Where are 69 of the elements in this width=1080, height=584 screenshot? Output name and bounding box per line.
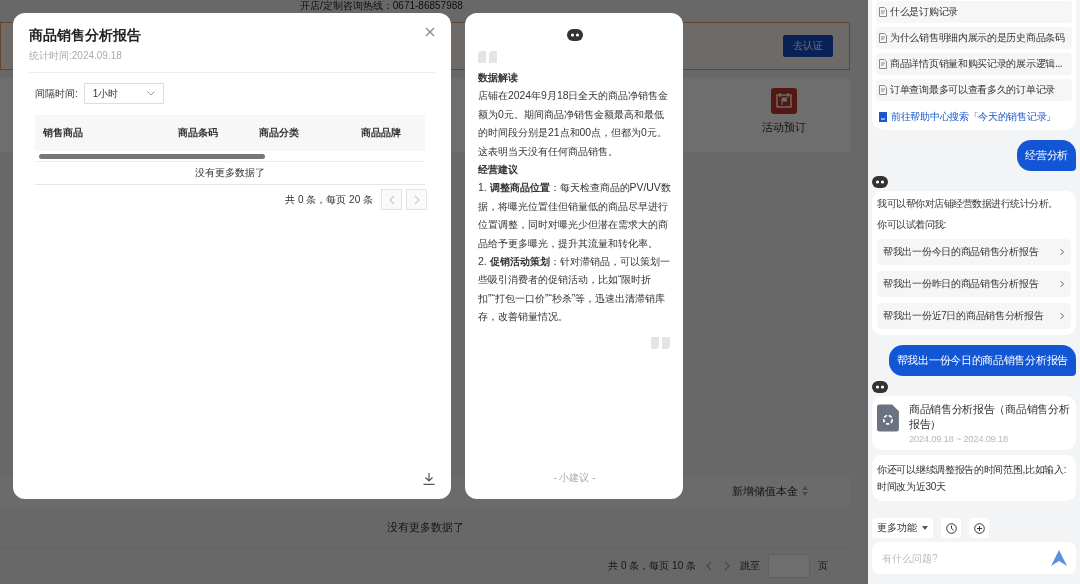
help-article-item[interactable]: 什么是订购记录 — [876, 1, 1072, 23]
document-icon — [879, 7, 887, 17]
empty-message: 没有更多数据了 — [195, 166, 265, 180]
dialog-title: 商品销售分析报告 — [29, 27, 141, 45]
report-file-icon — [877, 402, 899, 434]
chevron-right-icon — [1059, 248, 1065, 256]
column-header: 商品条码 — [178, 126, 219, 140]
calendar-flag-icon[interactable] — [771, 88, 797, 114]
interval-label: 间隔时间: — [35, 86, 78, 101]
message-hint: 你可以试着问我: — [877, 218, 947, 232]
close-icon[interactable] — [425, 27, 435, 37]
column-header: 新增储值本金 — [732, 483, 798, 499]
scrollbar-thumb[interactable] — [39, 153, 265, 159]
card-footer-text: - 小建议 - — [552, 470, 597, 485]
chevron-right-icon — [1059, 312, 1065, 320]
report-card[interactable]: 商品销售分析报告（商品销售分析报告） 2024.09.18 ~ 2024.09.18 — [872, 396, 1076, 450]
caret-down-icon — [922, 526, 928, 530]
clock-icon — [945, 522, 957, 534]
history-button[interactable] — [941, 518, 961, 538]
jump-label: 跳至 — [740, 559, 760, 573]
book-icon — [879, 112, 887, 122]
column-header: 商品分类 — [259, 126, 300, 140]
paragraph: 店铺在2024年9月18日全天的商品净销售金额为0元。期间商品净销售金额最高和最低的时间段分别是21点和00点，但都为0元。这表明当天没有任何商品销售。 — [478, 89, 670, 159]
chevron-right-icon — [1059, 280, 1065, 288]
page-unit: 页 — [818, 559, 828, 573]
message-input[interactable]: 有什么问题? — [872, 542, 1076, 574]
open-quote-icon — [478, 51, 498, 63]
column-header: 销售商品 — [43, 126, 84, 140]
bot-message: 你还可以继续调整报告的时间范围,比如输入:时间改为近30天 — [872, 455, 1076, 501]
help-article-item[interactable]: 订单查询最多可以查看多久的订单记录 — [876, 79, 1072, 101]
pagination-summary: 共 0 条，每页 20 条 — [285, 192, 373, 207]
message-text: 我可以帮你对店铺经营数据进行统计分析。 — [877, 197, 1059, 211]
add-button[interactable] — [969, 518, 989, 538]
plus-circle-icon — [973, 522, 985, 534]
section-heading: 经营建议 — [478, 163, 519, 178]
next-page-icon[interactable] — [722, 561, 732, 571]
chevron-down-icon — [146, 91, 155, 96]
help-article-item[interactable]: 商品详情页销量和购买记录的展示逻辑... — [876, 53, 1072, 75]
suggestion-button[interactable]: 帮我出一份昨日的商品销售分析报告 — [877, 271, 1071, 297]
user-message: 帮我出一份今日的商品销售分析报告 — [888, 345, 1076, 376]
empty-message: 没有更多数据了 — [386, 519, 464, 535]
document-icon — [879, 33, 887, 43]
download-icon[interactable] — [423, 473, 435, 485]
help-article-item[interactable]: 为什么销售明细内展示的是历史商品条码 — [876, 27, 1072, 49]
send-icon[interactable] — [1051, 550, 1067, 566]
robot-icon — [566, 29, 583, 41]
shortcut-label[interactable]: 活动预订 — [762, 120, 806, 135]
column-header: 商品品牌 — [361, 126, 402, 140]
pagination-summary: 共 0 条，每页 10 条 — [608, 559, 696, 573]
interval-select[interactable]: 1小时 — [83, 83, 164, 104]
robot-icon — [872, 381, 888, 393]
previous-page-icon[interactable] — [704, 561, 714, 571]
paragraph: 1. 调整商品位置：每天检查商品的PV/UV数据，将曝光位置佳但销量低的商品尽早进行位置调整，同时对曝光少但潜在需求大的商品给予更多曝光，提升其流量和转化率。 — [478, 181, 671, 251]
document-icon — [879, 59, 887, 69]
suggestion-button[interactable]: 帮我出一份近7日的商品销售分析报告 — [877, 303, 1071, 329]
sort-icon[interactable] — [802, 486, 808, 496]
user-message: 经营分析 — [1017, 140, 1076, 171]
paragraph: 2. 促销活动策划：针对滞销品，可以策划一些吸引消费者的促销活动，比如“限时折扣”“打包一口价”“秒杀”等，迅速出清滞销库存，改善销量情况。 — [478, 255, 671, 325]
report-date-range: 2024.09.18 ~ 2024.09.18 — [908, 433, 1009, 444]
section-heading: 数据解读 — [478, 71, 519, 85]
report-title: 商品销售分析报告（商品销售分析报告） — [908, 402, 1071, 432]
robot-icon — [872, 176, 888, 188]
stat-date: 统计时间:2024.09.18 — [29, 49, 123, 63]
hotline-text: 开店/定制咨询热线：0671-86857988 — [300, 0, 463, 12]
suggestion-button[interactable]: 帮我出一份今日的商品销售分析报告 — [877, 239, 1071, 265]
close-quote-icon — [651, 336, 671, 349]
help-center-link[interactable]: 前往帮助中心搜索「今天的销售记录」 — [891, 110, 1056, 124]
more-features-button[interactable]: 更多功能 — [872, 518, 933, 538]
document-icon — [879, 85, 887, 95]
